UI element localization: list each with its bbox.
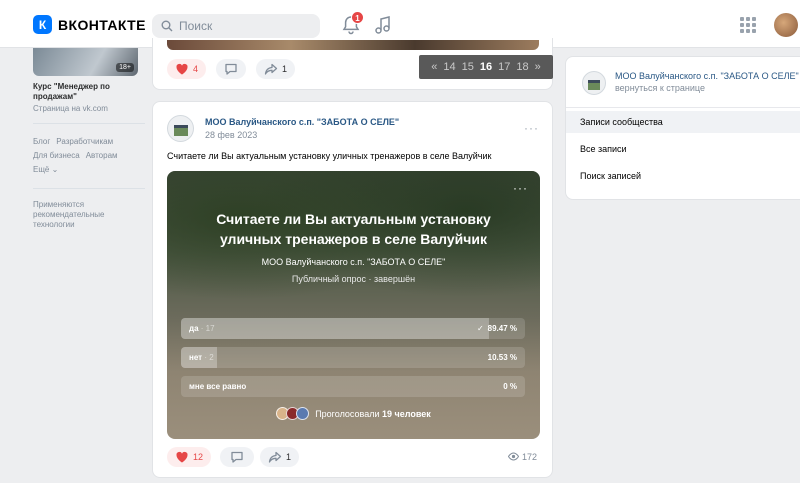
poll-menu-icon[interactable]: ··· [513, 181, 528, 195]
share-count: 1 [286, 452, 292, 462]
footer-link-authors[interactable]: Авторам [86, 149, 118, 163]
poll-option-percent: 10.53 % [487, 353, 517, 362]
filter-community-posts[interactable]: Записи сообщества [566, 111, 800, 133]
view-count: 172 [508, 451, 537, 462]
vk-logo-text: ВКОНТАКТЕ [58, 16, 146, 33]
user-avatar[interactable] [774, 13, 798, 37]
filter-search-posts[interactable]: Поиск записей [566, 165, 800, 187]
pager-page[interactable]: 15 [462, 61, 474, 73]
comment-icon [231, 451, 243, 463]
footer-link-developers[interactable]: Разработчикам [56, 135, 113, 149]
post-author[interactable]: МОО Валуйчанского с.п. "ЗАБОТА О СЕЛЕ" [205, 117, 399, 127]
check-icon: ✓ [476, 324, 484, 333]
poll-voters[interactable]: Проголосовали 19 человек [167, 407, 540, 420]
poll-author[interactable]: МОО Валуйчанского с.п. "ЗАБОТА О СЕЛЕ" [167, 257, 540, 267]
filter-all-posts[interactable]: Все записи [566, 138, 800, 160]
community-name[interactable]: МОО Валуйчанского с.п. "ЗАБОТА О СЕЛЕ" [615, 71, 799, 81]
post-card: МОО Валуйчанского с.п. "ЗАБОТА О СЕЛЕ" 2… [152, 101, 553, 478]
search-input[interactable] [179, 19, 309, 33]
poll-option[interactable]: мне все равно 0 % [181, 376, 525, 397]
pager-page-current[interactable]: 16 [480, 61, 492, 73]
more-options-icon[interactable]: ··· [524, 121, 539, 135]
post-date[interactable]: 28 фев 2023 [205, 130, 257, 140]
back-to-page-link[interactable]: вернуться к странице [615, 83, 705, 93]
like-count: 12 [193, 452, 204, 462]
notifications-button[interactable]: 1 [340, 11, 364, 36]
heart-icon [176, 63, 188, 75]
search-box[interactable] [152, 14, 320, 38]
post-text: Считаете ли Вы актуальным установку улич… [167, 151, 492, 161]
poll-option[interactable]: да · 17 ✓ 89.47 % [181, 318, 525, 339]
eye-icon [508, 452, 519, 461]
pager-next[interactable]: » [535, 61, 541, 73]
comment-icon [225, 63, 237, 75]
comment-button[interactable] [220, 447, 254, 467]
like-count: 4 [193, 64, 199, 74]
music-icon [375, 16, 390, 34]
community-avatar[interactable] [167, 115, 194, 142]
page-pager: « 14 15 16 17 18 » [419, 55, 553, 79]
share-icon [264, 63, 278, 75]
share-button[interactable]: 1 [256, 59, 296, 79]
pager-page[interactable]: 18 [516, 61, 528, 73]
recommendation-note: Применяются рекомендательные технологии [33, 200, 105, 229]
poll-option[interactable]: нет · 2 10.53 % [181, 347, 525, 368]
left-ad-title[interactable]: Курс "Менеджер по продажам" [33, 82, 143, 102]
poll-voted-text: Проголосовали 19 человек [315, 408, 431, 419]
pager-prev[interactable]: « [431, 61, 437, 73]
share-icon [268, 451, 282, 463]
heart-icon [176, 451, 188, 463]
like-button[interactable]: 4 [167, 59, 207, 79]
footer-link-business[interactable]: Для бизнеса [33, 149, 80, 163]
music-button[interactable] [374, 15, 392, 35]
poll-option-percent: 0 % [503, 382, 517, 391]
poll-option-label: мне все равно [189, 382, 247, 391]
voter-avatar [296, 407, 310, 420]
poll-option-bar [181, 318, 489, 339]
footer-link-more[interactable]: Ещё ⌄ [33, 163, 58, 177]
vk-logo[interactable]: К ВКОНТАКТЕ [33, 15, 146, 34]
community-avatar[interactable] [582, 71, 606, 95]
age-rating-badge: 18+ [116, 63, 134, 72]
pager-page[interactable]: 17 [498, 61, 510, 73]
poll-option-label: нет [189, 353, 203, 362]
share-button[interactable]: 1 [260, 447, 300, 467]
footer-links: Блог Разработчикам Для бизнеса Авторам Ещё… [33, 135, 145, 177]
poll-option-label: да [189, 324, 199, 333]
footer-link-blog[interactable]: Блог [33, 135, 50, 149]
left-ad-image[interactable]: 18+ [33, 48, 138, 76]
community-side-panel: МОО Валуйчанского с.п. "ЗАБОТА О СЕЛЕ" в… [565, 56, 800, 200]
poll-option-count: · 17 [200, 324, 215, 333]
left-ad-subtitle: Страница на vk.com [33, 104, 108, 113]
share-count: 1 [282, 64, 288, 74]
poll: ··· Считаете ли Вы актуальным установку … [167, 171, 540, 439]
comment-button[interactable] [216, 59, 246, 79]
apps-grid-icon[interactable] [740, 17, 756, 33]
panel-divider [566, 107, 800, 108]
previous-post-image[interactable] [167, 40, 539, 50]
poll-status: Публичный опрос · завершён [291, 274, 416, 284]
poll-question: Считаете ли Вы актуальным установку улич… [216, 211, 491, 247]
left-divider [33, 123, 145, 124]
poll-option-percent: 89.47 % [487, 324, 517, 333]
notifications-badge: 1 [351, 11, 364, 24]
search-icon [161, 20, 173, 32]
poll-option-count: · 2 [204, 353, 214, 362]
vk-logo-icon: К [33, 15, 52, 34]
like-button[interactable]: 12 [167, 447, 212, 467]
left-divider [33, 188, 145, 189]
pager-page[interactable]: 14 [443, 61, 455, 73]
